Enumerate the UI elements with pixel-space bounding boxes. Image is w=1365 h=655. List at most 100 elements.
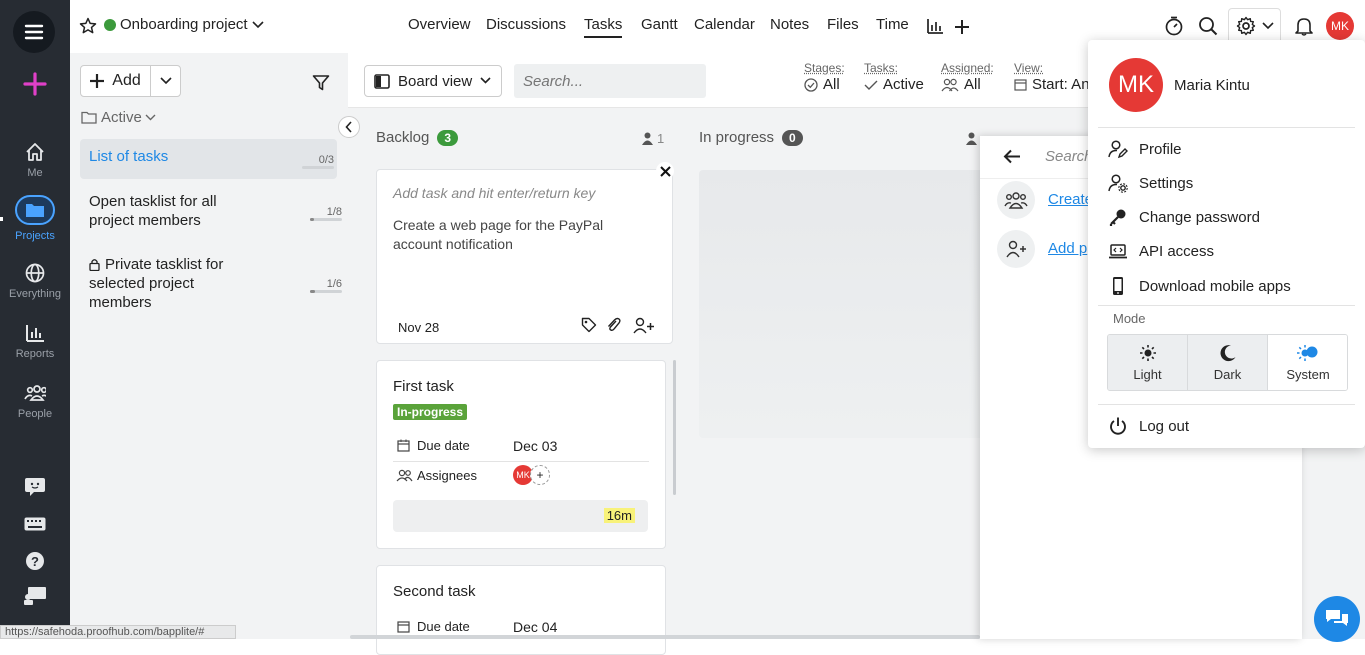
nav-me-label: Me bbox=[0, 167, 70, 179]
task-card[interactable]: Second task Due date Dec 04 bbox=[376, 565, 666, 655]
new-task-text[interactable]: Create a web page for the PayPal account… bbox=[393, 216, 643, 254]
stages-filter[interactable]: Stages: All bbox=[804, 61, 845, 93]
help-icon[interactable]: ? bbox=[25, 551, 45, 571]
board-horizontal-scrollbar[interactable] bbox=[350, 635, 980, 639]
group-avatar bbox=[997, 181, 1035, 219]
task-card[interactable]: First task In-progress Due date Dec 03 A… bbox=[376, 360, 666, 549]
hamburger-icon bbox=[13, 11, 55, 53]
in-progress-dropzone bbox=[699, 170, 989, 438]
add-person-avatar bbox=[997, 230, 1035, 268]
task-search-input[interactable] bbox=[514, 64, 706, 98]
tab-files[interactable]: Files bbox=[827, 16, 859, 33]
add-options-button[interactable] bbox=[151, 66, 180, 96]
menu-item-download-apps[interactable]: Download mobile apps bbox=[1108, 276, 1291, 296]
reports-icon[interactable] bbox=[926, 18, 944, 34]
menu-item-label: Profile bbox=[1139, 141, 1182, 158]
mode-light-button[interactable]: Light bbox=[1108, 335, 1188, 391]
chat-bubble-icon[interactable] bbox=[24, 477, 46, 497]
menu-item-settings[interactable]: Settings bbox=[1108, 173, 1193, 193]
plus-icon bbox=[90, 74, 104, 88]
assigned-filter[interactable]: Assigned: All bbox=[941, 61, 994, 93]
tasklist-name: List of tasks bbox=[89, 148, 168, 165]
time-tracker-bar[interactable]: 16m bbox=[393, 500, 648, 532]
tasklist-name: Private tasklist for selected project me… bbox=[89, 255, 249, 312]
column-scrollbar[interactable] bbox=[673, 360, 676, 495]
nav-reports[interactable]: Reports bbox=[0, 322, 70, 360]
due-date-value[interactable]: Dec 04 bbox=[513, 619, 557, 635]
menu-item-api-access[interactable]: API access bbox=[1108, 241, 1214, 261]
tab-overview[interactable]: Overview bbox=[408, 16, 471, 33]
left-nav-rail: Me Projects Everything Reports People ? bbox=[0, 0, 70, 639]
add-assignee-icon[interactable] bbox=[633, 317, 655, 334]
arrow-left-icon[interactable] bbox=[1003, 149, 1021, 164]
new-task-card: Add task and hit enter/return key Create… bbox=[376, 169, 673, 344]
home-icon bbox=[24, 141, 46, 163]
chevron-down-icon bbox=[160, 77, 172, 85]
mode-system-button[interactable]: System bbox=[1268, 335, 1348, 391]
timer-icon[interactable] bbox=[1164, 16, 1184, 36]
user-icon bbox=[966, 132, 977, 145]
panel-search-input[interactable]: Search bbox=[1045, 148, 1093, 165]
tab-tasks[interactable]: Tasks bbox=[584, 16, 622, 38]
nav-everything-label: Everything bbox=[0, 288, 70, 300]
tab-time[interactable]: Time bbox=[876, 16, 909, 33]
mode-dark-label: Dark bbox=[1188, 367, 1267, 382]
new-task-input[interactable]: Add task and hit enter/return key bbox=[393, 185, 595, 201]
user-avatar-button[interactable]: MK bbox=[1326, 12, 1354, 40]
add-tab-icon[interactable] bbox=[954, 19, 970, 35]
due-date-value[interactable]: Dec 03 bbox=[513, 438, 557, 454]
chat-widget-button[interactable] bbox=[1314, 596, 1360, 642]
list-filter-dropdown[interactable]: Active bbox=[81, 109, 156, 126]
quick-add-button[interactable] bbox=[22, 71, 48, 97]
tag-icon[interactable] bbox=[581, 317, 597, 333]
add-label: Add bbox=[112, 72, 140, 90]
mode-dark-button[interactable]: Dark bbox=[1188, 335, 1268, 391]
due-date-label: Due date bbox=[417, 619, 470, 634]
collapse-sidebar-button[interactable] bbox=[338, 116, 360, 138]
new-task-date[interactable]: Nov 28 bbox=[398, 320, 439, 335]
view-filter-label: View: bbox=[1014, 61, 1090, 75]
tasks-filter[interactable]: Tasks: Active bbox=[864, 61, 924, 93]
due-date-label: Due date bbox=[417, 438, 470, 453]
chevron-down-icon bbox=[480, 77, 491, 85]
paperclip-icon[interactable] bbox=[605, 317, 621, 333]
logout-button[interactable]: Log out bbox=[1108, 416, 1189, 436]
nav-projects[interactable]: Projects bbox=[0, 195, 70, 242]
task-title[interactable]: First task bbox=[393, 378, 454, 395]
close-new-task-button[interactable] bbox=[656, 162, 674, 180]
nav-projects-label: Projects bbox=[0, 230, 70, 242]
add-assignee-button[interactable]: + bbox=[530, 465, 550, 485]
add-tasklist-button[interactable]: Add bbox=[81, 66, 151, 96]
presentation-icon[interactable] bbox=[23, 586, 47, 606]
board-view-dropdown[interactable]: Board view bbox=[364, 65, 502, 97]
keyboard-icon[interactable] bbox=[24, 517, 46, 531]
settings-dropdown-button[interactable] bbox=[1228, 8, 1281, 44]
tasklist-item[interactable]: Private tasklist for selected project me… bbox=[80, 247, 345, 317]
search-icon[interactable] bbox=[1198, 16, 1218, 36]
tasklist-item[interactable]: Open tasklist for all project members 1/… bbox=[80, 184, 345, 234]
filter-icon[interactable] bbox=[312, 74, 330, 92]
tab-discussions[interactable]: Discussions bbox=[486, 16, 566, 33]
globe-icon bbox=[24, 262, 46, 284]
nav-everything[interactable]: Everything bbox=[0, 262, 70, 300]
add-person-link[interactable]: Add p bbox=[1048, 240, 1087, 257]
project-selector[interactable]: Onboarding project bbox=[104, 16, 265, 33]
star-icon[interactable] bbox=[79, 17, 97, 35]
tasklist-progress bbox=[310, 290, 342, 293]
menu-item-profile[interactable]: Profile bbox=[1108, 139, 1182, 159]
menu-item-label: API access bbox=[1139, 243, 1214, 260]
nav-me[interactable]: Me bbox=[0, 141, 70, 179]
tasklist-item[interactable]: List of tasks 0/3 bbox=[80, 139, 337, 179]
tab-calendar[interactable]: Calendar bbox=[694, 16, 755, 33]
bell-icon[interactable] bbox=[1294, 16, 1314, 36]
create-team-link[interactable]: Create bbox=[1048, 191, 1093, 208]
nav-people[interactable]: People bbox=[0, 382, 70, 420]
task-title[interactable]: Second task bbox=[393, 583, 476, 600]
menu-toggle-button[interactable] bbox=[13, 11, 55, 53]
chevron-down-icon bbox=[145, 114, 156, 122]
system-theme-icon bbox=[1296, 344, 1320, 362]
tab-notes[interactable]: Notes bbox=[770, 16, 809, 33]
view-filter[interactable]: View: Start: An bbox=[1014, 61, 1090, 93]
menu-item-change-password[interactable]: Change password bbox=[1108, 207, 1260, 227]
tab-gantt[interactable]: Gantt bbox=[641, 16, 678, 33]
